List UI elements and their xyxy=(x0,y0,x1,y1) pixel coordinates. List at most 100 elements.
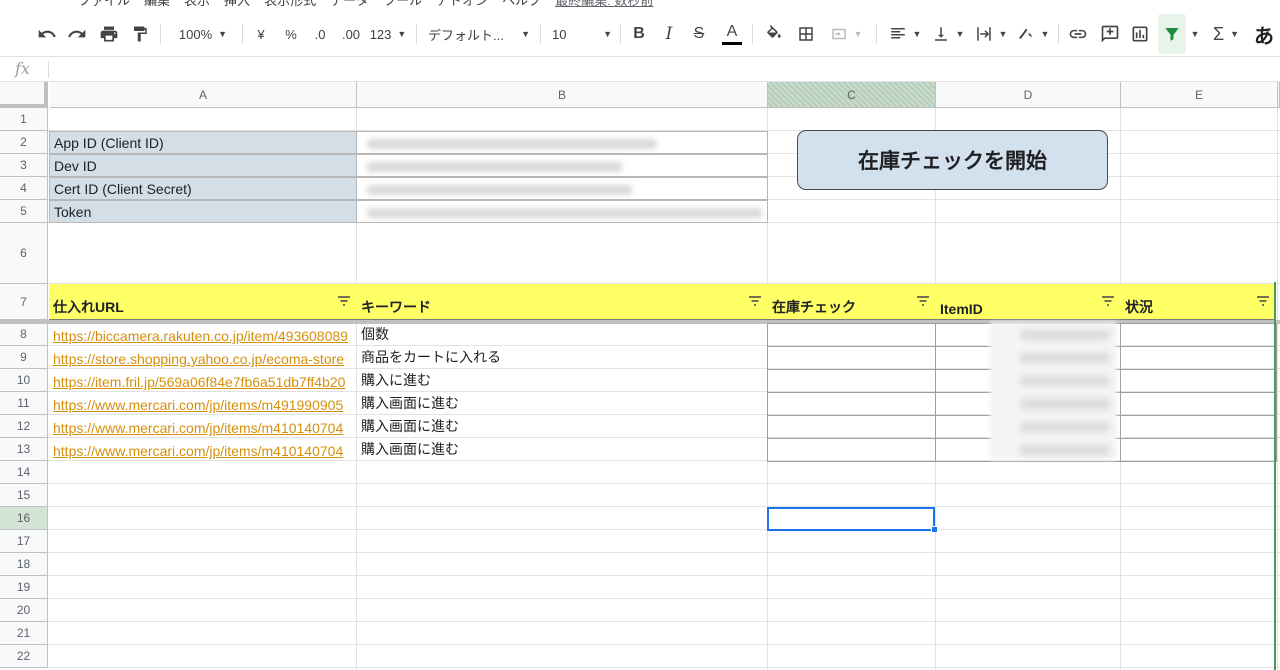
column-filter-icon[interactable] xyxy=(916,296,930,306)
row-header[interactable]: 13 xyxy=(0,438,48,461)
stock-check-cell[interactable] xyxy=(767,369,936,393)
last-edit-link[interactable]: 最終編集: 数秒前 xyxy=(555,0,653,9)
stock-check-cell[interactable] xyxy=(767,346,936,370)
row-header[interactable]: 15 xyxy=(0,484,48,507)
strikethrough-button[interactable]: S xyxy=(688,14,710,54)
menu-edit[interactable]: 編集 xyxy=(144,0,170,9)
app-id-value[interactable] xyxy=(356,131,768,154)
menu-file[interactable]: ファイル xyxy=(78,0,130,9)
column-header-a[interactable]: A xyxy=(50,82,357,108)
vertical-align-button[interactable]: ▼ xyxy=(928,14,968,54)
app-id-label[interactable]: App ID (Client ID) xyxy=(49,131,357,154)
row-header[interactable]: 2 xyxy=(0,131,48,154)
menu-help[interactable]: ヘルプ xyxy=(502,0,541,9)
table-row-url[interactable]: https://www.mercari.com/jp/items/m491990… xyxy=(49,392,357,415)
row-header[interactable]: 9 xyxy=(0,346,48,369)
stock-check-cell[interactable] xyxy=(767,323,936,347)
active-cell-selection[interactable] xyxy=(767,507,935,531)
start-stock-check-button[interactable]: 在庫チェックを開始 xyxy=(797,130,1108,190)
column-filter-icon[interactable] xyxy=(1101,296,1115,306)
redo-button[interactable] xyxy=(64,14,90,54)
column-filter-icon[interactable] xyxy=(1256,296,1270,306)
row-header[interactable]: 11 xyxy=(0,392,48,415)
stock-check-cell[interactable] xyxy=(767,392,936,416)
table-row-url[interactable]: https://item.fril.jp/569a06f84e7fb6a51db… xyxy=(49,369,357,392)
row-header[interactable]: 12 xyxy=(0,415,48,438)
horizontal-align-button[interactable]: ▼ xyxy=(886,14,924,54)
header-stock-check[interactable]: 在庫チェック xyxy=(768,284,936,320)
table-row-url[interactable]: https://www.mercari.com/jp/items/m410140… xyxy=(49,438,357,461)
token-value[interactable] xyxy=(356,200,768,223)
header-status[interactable]: 状況 xyxy=(1121,284,1276,320)
table-row-keyword[interactable]: 購入画面に進む xyxy=(357,438,767,461)
row-header[interactable]: 22 xyxy=(0,645,48,668)
row-header[interactable]: 14 xyxy=(0,461,48,484)
cert-id-value[interactable] xyxy=(356,177,768,200)
table-row-url[interactable]: https://biccamera.rakuten.co.jp/item/493… xyxy=(49,323,357,346)
status-cell[interactable] xyxy=(1120,369,1277,393)
insert-link-button[interactable] xyxy=(1066,14,1090,54)
status-cell[interactable] xyxy=(1120,438,1277,462)
print-button[interactable] xyxy=(96,14,122,54)
cert-id-label[interactable]: Cert ID (Client Secret) xyxy=(49,177,357,200)
filter-button[interactable] xyxy=(1158,14,1186,54)
dev-id-label[interactable]: Dev ID xyxy=(49,154,357,177)
currency-format-button[interactable]: ¥ xyxy=(250,14,272,54)
select-all-corner[interactable] xyxy=(0,82,48,108)
dev-id-value[interactable] xyxy=(356,154,768,177)
stock-check-cell[interactable] xyxy=(767,415,936,439)
status-cell[interactable] xyxy=(1120,392,1277,416)
row-header[interactable]: 6 xyxy=(0,223,48,284)
bold-button[interactable]: B xyxy=(628,14,650,54)
row-header[interactable]: 21 xyxy=(0,622,48,645)
functions-button[interactable]: Σ ▼ xyxy=(1208,14,1244,54)
row-header[interactable]: 3 xyxy=(0,154,48,177)
column-header-c[interactable]: C xyxy=(768,82,936,108)
row-header[interactable]: 4 xyxy=(0,177,48,200)
number-format-select[interactable]: 123 ▼ xyxy=(368,14,408,54)
text-color-button[interactable]: A xyxy=(720,14,744,54)
column-header-d[interactable]: D xyxy=(936,82,1121,108)
fill-color-button[interactable] xyxy=(762,14,786,54)
undo-button[interactable] xyxy=(34,14,60,54)
column-filter-icon[interactable] xyxy=(748,296,762,306)
insert-chart-button[interactable] xyxy=(1128,14,1152,54)
row-header[interactable]: 19 xyxy=(0,576,48,599)
menu-tools[interactable]: ツール xyxy=(383,0,422,9)
merge-cells-button[interactable]: ▼ xyxy=(826,14,866,54)
row-header[interactable]: 20 xyxy=(0,599,48,622)
table-row-keyword[interactable]: 商品をカートに入れる xyxy=(357,346,767,369)
input-tools-button[interactable]: あ xyxy=(1254,14,1280,54)
header-item-id[interactable]: ItemID xyxy=(936,284,1121,320)
row-header[interactable]: 5 xyxy=(0,200,48,223)
text-rotation-button[interactable]: ▼ xyxy=(1014,14,1052,54)
row-header[interactable]: 17 xyxy=(0,530,48,553)
table-row-keyword[interactable]: 購入に進む xyxy=(357,369,767,392)
paint-format-button[interactable] xyxy=(128,14,152,54)
column-header-e[interactable]: E xyxy=(1121,82,1278,108)
token-label[interactable]: Token xyxy=(49,200,357,223)
zoom-select[interactable]: 100% ▼ xyxy=(170,14,236,54)
decrease-decimal-button[interactable]: .0 xyxy=(308,14,332,54)
row-header[interactable]: 10 xyxy=(0,369,48,392)
status-cell[interactable] xyxy=(1120,415,1277,439)
status-cell[interactable] xyxy=(1120,323,1277,347)
font-size-select[interactable]: 10 ▼ xyxy=(552,14,612,54)
table-row-url[interactable]: https://store.shopping.yahoo.co.jp/ecoma… xyxy=(49,346,357,369)
increase-decimal-button[interactable]: .00 xyxy=(336,14,366,54)
column-header-b[interactable]: B xyxy=(357,82,768,108)
menu-format[interactable]: 表示形式 xyxy=(264,0,316,9)
menu-insert[interactable]: 挿入 xyxy=(224,0,250,9)
percent-format-button[interactable]: % xyxy=(280,14,302,54)
filter-options-button[interactable]: ▼ xyxy=(1188,14,1202,54)
menu-data[interactable]: データ xyxy=(330,0,369,9)
row-header[interactable]: 18 xyxy=(0,553,48,576)
formula-input[interactable] xyxy=(56,57,1256,81)
borders-button[interactable] xyxy=(794,14,818,54)
header-url[interactable]: 仕入れURL xyxy=(49,284,357,320)
row-header[interactable]: 7 xyxy=(0,284,48,320)
row-header[interactable]: 8 xyxy=(0,323,48,346)
stock-check-cell[interactable] xyxy=(767,438,936,462)
italic-button[interactable]: I xyxy=(658,14,680,54)
font-family-select[interactable]: デフォルト... ▼ xyxy=(428,14,530,54)
